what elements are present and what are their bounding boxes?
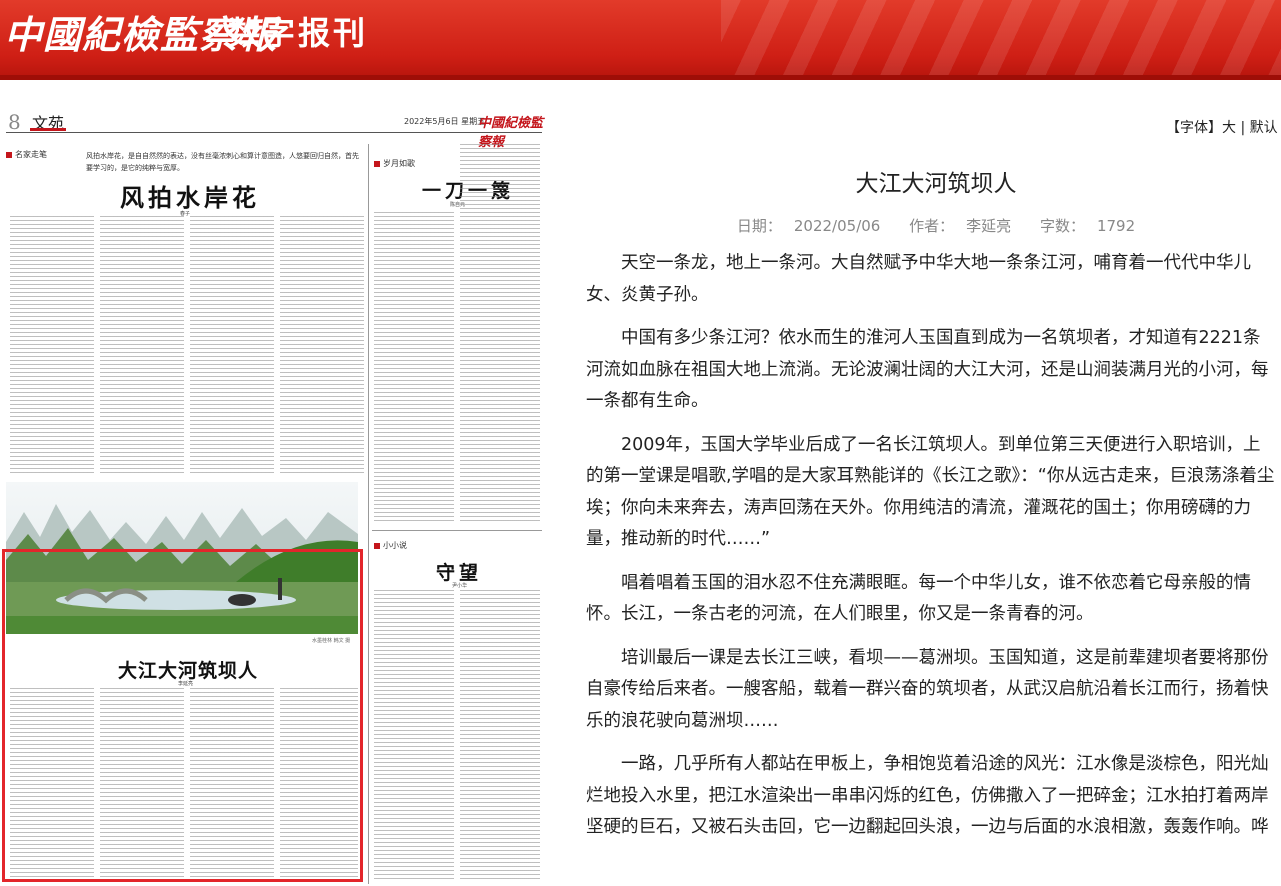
article-paragraph: 中国有多少条江河？依水而生的淮河人玉国直到成为一名筑坝者，才知道有2221条河流…	[586, 328, 1269, 411]
article-body: 天空一条龙，地上一条河。大自然赋予中华大地一条条江河，哺育着一代代中华儿女、炎黄…	[586, 248, 1276, 856]
font-size-control: 【字体】大 | 默认	[1166, 117, 1278, 137]
text-column	[100, 216, 184, 474]
font-size-separator: |	[1236, 120, 1250, 136]
article-author: 李延亮	[966, 217, 1012, 235]
section-underline	[30, 128, 66, 131]
column-divider	[368, 144, 369, 884]
block-divider	[372, 530, 542, 531]
article-title-shouwang[interactable]: 守望	[436, 558, 482, 585]
article-paragraph: 天空一条龙，地上一条河。大自然赋予中华大地一条条江河，哺育着一代代中华儿女、炎黄…	[586, 253, 1251, 305]
page-number: 8	[8, 110, 21, 134]
text-column	[280, 216, 364, 474]
article-title: 大江大河筑坝人	[855, 171, 1017, 197]
text-column	[190, 216, 274, 474]
page-top-rule	[6, 132, 542, 133]
article-title-fengpai[interactable]: 风拍水岸花	[120, 178, 260, 213]
font-size-default-link[interactable]: 默认	[1250, 120, 1278, 136]
article-word-count: 1792	[1096, 217, 1136, 235]
article-paragraph: 培训最后一课是去长江三峡，看坝——葛洲坝。玉国知道，这是前辈建坝者要将那份自豪传…	[586, 647, 1269, 731]
article-author-shouwang: 尹小华	[452, 583, 468, 589]
article-lead: 风拍水岸花，是自自然然的表达，没有丝毫浓刺心和算计意图造，人悠要回归自然，首先要…	[86, 152, 359, 172]
text-column	[374, 590, 454, 882]
column-tag-suiyue: 岁月如歌	[374, 158, 415, 169]
article-meta: 日期： 2022/05/06 作者： 李延亮 字数： 1792	[586, 215, 1281, 236]
site-header: 中國紀檢監察報 数字报刊	[0, 0, 1281, 80]
brand-section-title: 数字报刊	[228, 14, 369, 52]
text-column	[460, 590, 540, 882]
page-date: 2022年5月6日 星期五	[404, 117, 486, 126]
date-label: 日期：	[736, 217, 782, 235]
font-size-large-link[interactable]: 大	[1222, 120, 1236, 136]
column-tag-xiaoxiaoshuo: 小小说	[374, 540, 407, 551]
header-divider	[0, 75, 1281, 80]
article-paragraph: 2009年，玉国大学毕业后成了一名长江筑坝人。到单位第三天便进行入职培训，上的第…	[586, 434, 1275, 550]
selected-article-highlight[interactable]	[2, 549, 363, 882]
author-label: 作者：	[909, 217, 955, 235]
text-column	[460, 144, 540, 522]
word-count-label: 字数：	[1039, 217, 1085, 235]
header-decoration	[721, 0, 1281, 80]
font-size-label: 【字体】	[1166, 120, 1222, 136]
text-column	[374, 212, 454, 522]
column-tag-mingjia: 名家走笔	[6, 149, 47, 160]
article-paragraph: 一路，几乎所有人都站在甲板上，争相饱览着沿途的风光：江水像是淡棕色，阳光灿烂地投…	[586, 754, 1269, 837]
article-paragraph: 唱着唱着玉国的泪水忍不住充满眼眶。每一个中华儿女，谁不依恋着它母亲般的情怀。长江…	[586, 572, 1251, 625]
text-column	[10, 216, 94, 474]
article-date: 2022/05/06	[793, 217, 881, 235]
